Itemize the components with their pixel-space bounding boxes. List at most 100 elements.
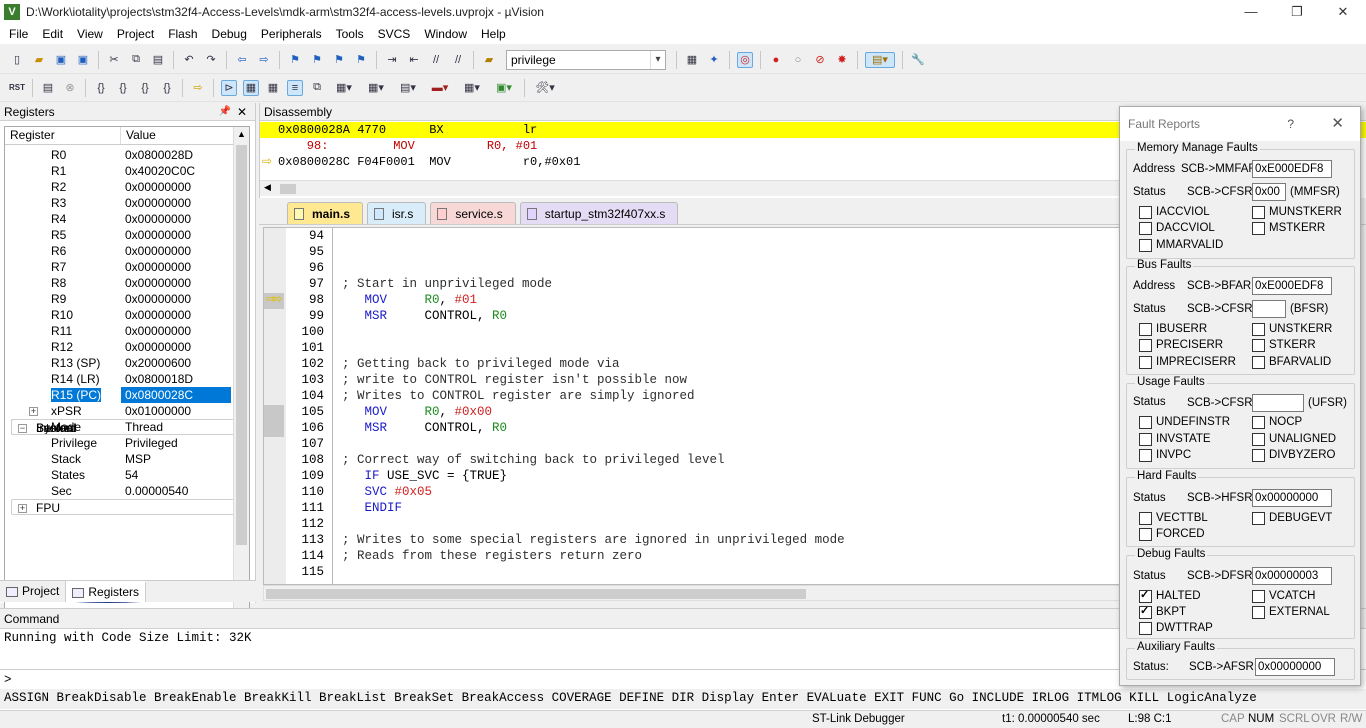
register-row[interactable]: Stack MSP [5, 451, 249, 467]
open-file-icon[interactable]: ▰ [31, 52, 47, 68]
disassembly-scroll-thumb[interactable] [280, 184, 296, 194]
mm-cfsr-field[interactable]: 0x00 [1252, 183, 1286, 201]
menu-tools[interactable]: Tools [329, 27, 371, 41]
menu-debug[interactable]: Debug [205, 27, 254, 41]
help-icon[interactable]: ? [1287, 107, 1294, 141]
serial-windows-icon[interactable]: ▤▾ [395, 80, 421, 96]
stop-icon[interactable]: ⊗ [62, 80, 78, 96]
register-row[interactable]: R6 0x00000000 [5, 243, 249, 259]
flag-impreciserr[interactable]: IMPRECISERR [1139, 356, 1236, 369]
register-value[interactable]: 0x00000000 [121, 243, 191, 259]
editor-gutter[interactable]: ⇨⇨ [264, 228, 286, 584]
code-line[interactable] [334, 340, 845, 356]
register-value[interactable]: 0x20000600 [121, 355, 191, 371]
flag-divbyzero[interactable]: DIVBYZERO [1252, 449, 1335, 462]
code-line[interactable]: MSR CONTROL, R0 [334, 308, 845, 324]
flag-ibuserr[interactable]: IBUSERR [1139, 323, 1207, 336]
flag-debugevt[interactable]: DEBUGEVT [1252, 512, 1332, 525]
code-line[interactable]: MOV R0, #0x00 [334, 404, 845, 420]
usage-cfsr-field[interactable] [1252, 394, 1304, 412]
code-line[interactable]: ; Start in unprivileged mode [334, 276, 845, 292]
menu-edit[interactable]: Edit [35, 27, 70, 41]
find-in-files-icon[interactable]: ▰ [481, 52, 497, 68]
tab-main-s[interactable]: main.s [287, 202, 364, 224]
code-line[interactable] [334, 516, 845, 532]
code-lines[interactable]: ; Start in unprivileged mode MOV R0, #01… [334, 228, 845, 584]
indent-icon[interactable]: ⇥ [384, 52, 400, 68]
configure-icon[interactable]: 🔧 [910, 52, 926, 68]
tab-registers[interactable]: Registers [66, 581, 147, 602]
system-viewer-icon[interactable]: ▣▾ [491, 80, 517, 96]
code-line[interactable]: ; Writes to some special registers are i… [334, 532, 845, 548]
analysis-windows-icon[interactable]: ▬▾ [427, 80, 453, 96]
code-line[interactable]: ENDIF [334, 500, 845, 516]
run-icon[interactable]: ▤ [40, 80, 56, 96]
flag-vecttbl[interactable]: VECTTBL [1139, 512, 1208, 525]
register-row[interactable]: R7 0x00000000 [5, 259, 249, 275]
menu-project[interactable]: Project [110, 27, 161, 41]
unindent-icon[interactable]: ⇤ [406, 52, 422, 68]
flag-nocp[interactable]: NOCP [1252, 416, 1302, 429]
watch-windows-icon[interactable]: ▦▾ [331, 80, 357, 96]
menu-window[interactable]: Window [417, 27, 474, 41]
column-register[interactable]: Register [5, 127, 121, 144]
register-value[interactable]: 0x00000000 [121, 323, 191, 339]
mm-mmfar-field[interactable]: 0xE000EDF8 [1252, 160, 1332, 178]
menu-help[interactable]: Help [474, 27, 513, 41]
tab-startup-s[interactable]: startup_stm32f407xx.s [519, 202, 679, 224]
register-value[interactable]: 0x00000000 [121, 291, 191, 307]
code-line[interactable]: MSR CONTROL, R0 [334, 420, 845, 436]
register-row[interactable]: R12 0x00000000 [5, 339, 249, 355]
flag-munstkerr[interactable]: MUNSTKERR [1252, 206, 1342, 219]
register-scroll-thumb[interactable] [236, 145, 247, 545]
code-line[interactable]: ; write to CONTROL register isn't possib… [334, 372, 845, 388]
register-value[interactable]: 0x00000000 [121, 195, 191, 211]
flag-external[interactable]: EXTERNAL [1252, 606, 1330, 619]
code-line[interactable] [334, 324, 845, 340]
tab-project[interactable]: Project [0, 581, 67, 602]
prev-bookmark-icon[interactable]: ⚑ [309, 52, 325, 68]
flag-stkerr[interactable]: STKERR [1252, 339, 1316, 352]
register-row[interactable]: R0 0x0800028D [5, 147, 249, 163]
close-window-button[interactable]: ✕ [1320, 0, 1366, 24]
register-row[interactable]: R11 0x00000000 [5, 323, 249, 339]
bookmark-icon[interactable]: ⚑ [287, 52, 303, 68]
tab-service-s[interactable]: service.s [430, 202, 516, 224]
menu-view[interactable]: View [70, 27, 110, 41]
registers-window-icon[interactable]: ≡ [287, 79, 303, 96]
flag-iaccviol[interactable]: IACCVIOL [1139, 206, 1210, 219]
disassembly-window-icon[interactable]: ▦ [243, 79, 259, 96]
flag-bkpt[interactable]: BKPT [1139, 605, 1186, 619]
reset-icon[interactable]: RST [9, 80, 25, 96]
register-value[interactable]: 0x00000000 [121, 339, 191, 355]
tab-isr-s[interactable]: isr.s [367, 202, 427, 224]
register-value[interactable]: 0x0800018D [121, 371, 193, 387]
maximize-button[interactable]: ❐ [1274, 0, 1320, 24]
register-row[interactable]: Privilege Privileged [5, 435, 249, 451]
run-to-cursor-icon[interactable]: {} [159, 80, 175, 96]
flag-forced[interactable]: FORCED [1139, 528, 1205, 541]
comment-icon[interactable]: // [428, 52, 444, 68]
find-icon[interactable]: ▦ [684, 52, 700, 68]
code-line[interactable] [334, 436, 845, 452]
code-editor[interactable]: ⇨⇨ 94 95 96 97 98 99 100 101 102 103 104 105 106 107 1… [263, 227, 1121, 585]
flag-mmarvalid[interactable]: MMARVALID [1139, 239, 1223, 252]
code-line[interactable] [334, 228, 845, 244]
flag-unstkerr[interactable]: UNSTKERR [1252, 323, 1332, 336]
code-line[interactable]: IF USE_SVC = {TRUE} [334, 468, 845, 484]
pin-icon[interactable]: 📌 [219, 103, 231, 121]
code-line[interactable] [334, 260, 845, 276]
register-value[interactable]: 0x0800028D [121, 147, 193, 163]
register-row[interactable]: States 54 [5, 467, 249, 483]
uncomment-icon[interactable]: // [450, 52, 466, 68]
editor-scroll-thumb[interactable] [266, 589, 806, 599]
menu-flash[interactable]: Flash [161, 27, 204, 41]
register-row[interactable]: R1 0x40020C0C [5, 163, 249, 179]
hard-hfsr-field[interactable]: 0x00000000 [1252, 489, 1332, 507]
close-panel-icon[interactable]: ✕ [237, 103, 247, 121]
insert-breakpoint-icon[interactable]: ● [768, 52, 784, 68]
disable-breakpoints-icon[interactable]: ⊘ [812, 52, 828, 68]
register-value[interactable]: 0x00000000 [121, 179, 191, 195]
register-value[interactable]: 0x00000000 [121, 307, 191, 323]
code-line[interactable]: ; Getting back to privileged mode via [334, 356, 845, 372]
